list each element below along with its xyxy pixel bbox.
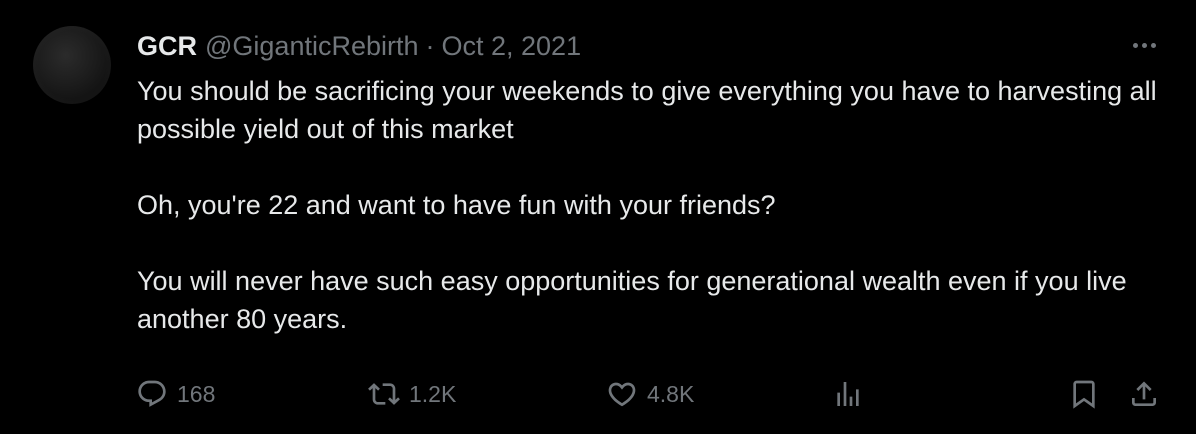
tweet-text: You should be sacrificing your weekends … [137, 72, 1172, 338]
share-button[interactable] [1128, 370, 1160, 418]
tweet-card[interactable]: GCR @GiganticRebirth · Oct 2, 2021 You s… [0, 0, 1196, 434]
reply-button[interactable]: 168 [136, 370, 215, 418]
repost-count: 1.2K [409, 380, 457, 407]
more-dot [1150, 42, 1156, 48]
more-options-icon[interactable] [1126, 30, 1162, 60]
reply-icon [138, 380, 166, 407]
tweet-paragraph: Oh, you're 22 and want to have fun with … [137, 190, 776, 220]
more-dot [1132, 42, 1138, 48]
repost-icon [368, 383, 400, 405]
share-icon [1132, 381, 1156, 406]
more-dot [1141, 42, 1147, 48]
display-name[interactable]: GCR [137, 26, 197, 66]
analytics-icon [837, 382, 859, 406]
reply-count: 168 [177, 380, 216, 407]
bookmark-button[interactable] [1068, 370, 1100, 418]
repost-button[interactable]: 1.2K [368, 370, 456, 418]
tweet-paragraph: You will never have such easy opportunit… [137, 266, 1127, 334]
tweet-header: GCR @GiganticRebirth · Oct 2, 2021 [137, 26, 581, 66]
like-button[interactable]: 4.8K [606, 370, 694, 418]
separator-dot: · [425, 31, 435, 61]
bookmark-icon [1073, 380, 1095, 409]
views-button[interactable] [832, 370, 864, 418]
tweet-paragraph: You should be sacrificing your weekends … [137, 76, 1157, 144]
tweet-date[interactable]: Oct 2, 2021 [442, 26, 582, 66]
user-handle[interactable]: @GiganticRebirth [205, 26, 419, 66]
heart-icon [608, 382, 636, 407]
like-count: 4.8K [647, 380, 695, 407]
action-bar: 168 1.2K 4.8K [0, 370, 1196, 418]
avatar[interactable] [33, 26, 111, 104]
